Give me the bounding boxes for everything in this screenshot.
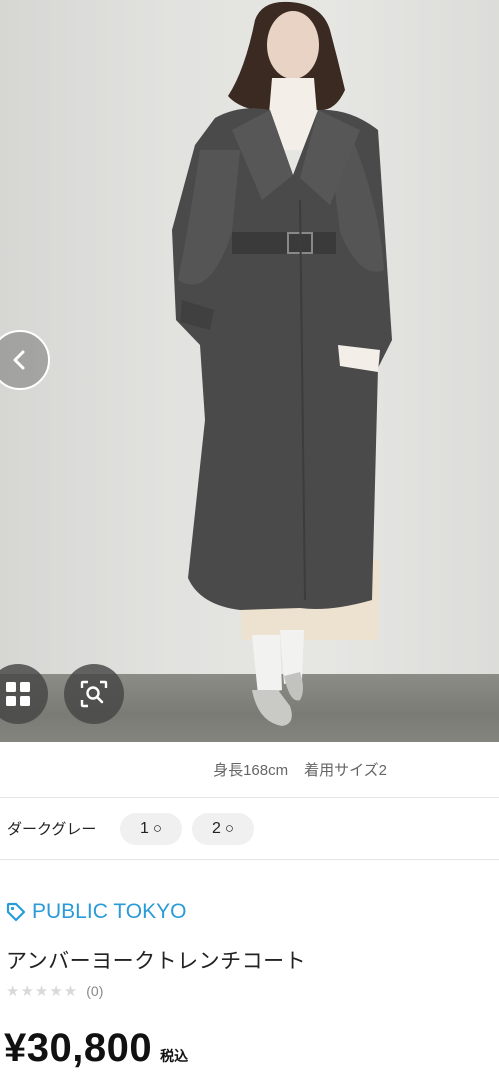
model-height: 身長168cm (213, 762, 289, 779)
rating[interactable]: ★★★★★ (0) (6, 982, 103, 1000)
review-count: (0) (86, 983, 104, 999)
chevron-left-icon (13, 350, 25, 370)
size-label: 2 (212, 819, 221, 837)
size-option-2[interactable]: 2 ○ (192, 812, 254, 845)
price: ¥30,800 税込 (4, 1026, 188, 1071)
model-info: 身長168cm 着用サイズ2 (0, 742, 499, 798)
tax-label: 税込 (160, 1048, 189, 1064)
size-label: 1 (140, 819, 149, 837)
brand-link[interactable]: PUBLIC TOKYO (6, 900, 186, 924)
price-amount: ¥30,800 (4, 1026, 153, 1070)
star-rating-icon: ★★★★★ (6, 982, 79, 1000)
tag-icon (6, 902, 26, 922)
model-figure (172, 1, 392, 726)
zoom-search-icon (80, 680, 108, 708)
brand-name: PUBLIC TOKYO (32, 900, 187, 923)
model-size-worn: 着用サイズ2 (304, 762, 387, 779)
zoom-button[interactable] (64, 664, 124, 724)
product-image[interactable] (0, 0, 499, 742)
color-size-row: ダークグレー 1 ○ 2 ○ (0, 798, 499, 860)
stock-indicator: ○ (224, 820, 234, 837)
stock-indicator: ○ (152, 820, 162, 837)
grid-icon (6, 682, 30, 706)
size-option-1[interactable]: 1 ○ (120, 812, 182, 845)
color-name: ダークグレー (7, 821, 97, 838)
product-title: アンバーヨークトレンチコート (6, 950, 307, 973)
